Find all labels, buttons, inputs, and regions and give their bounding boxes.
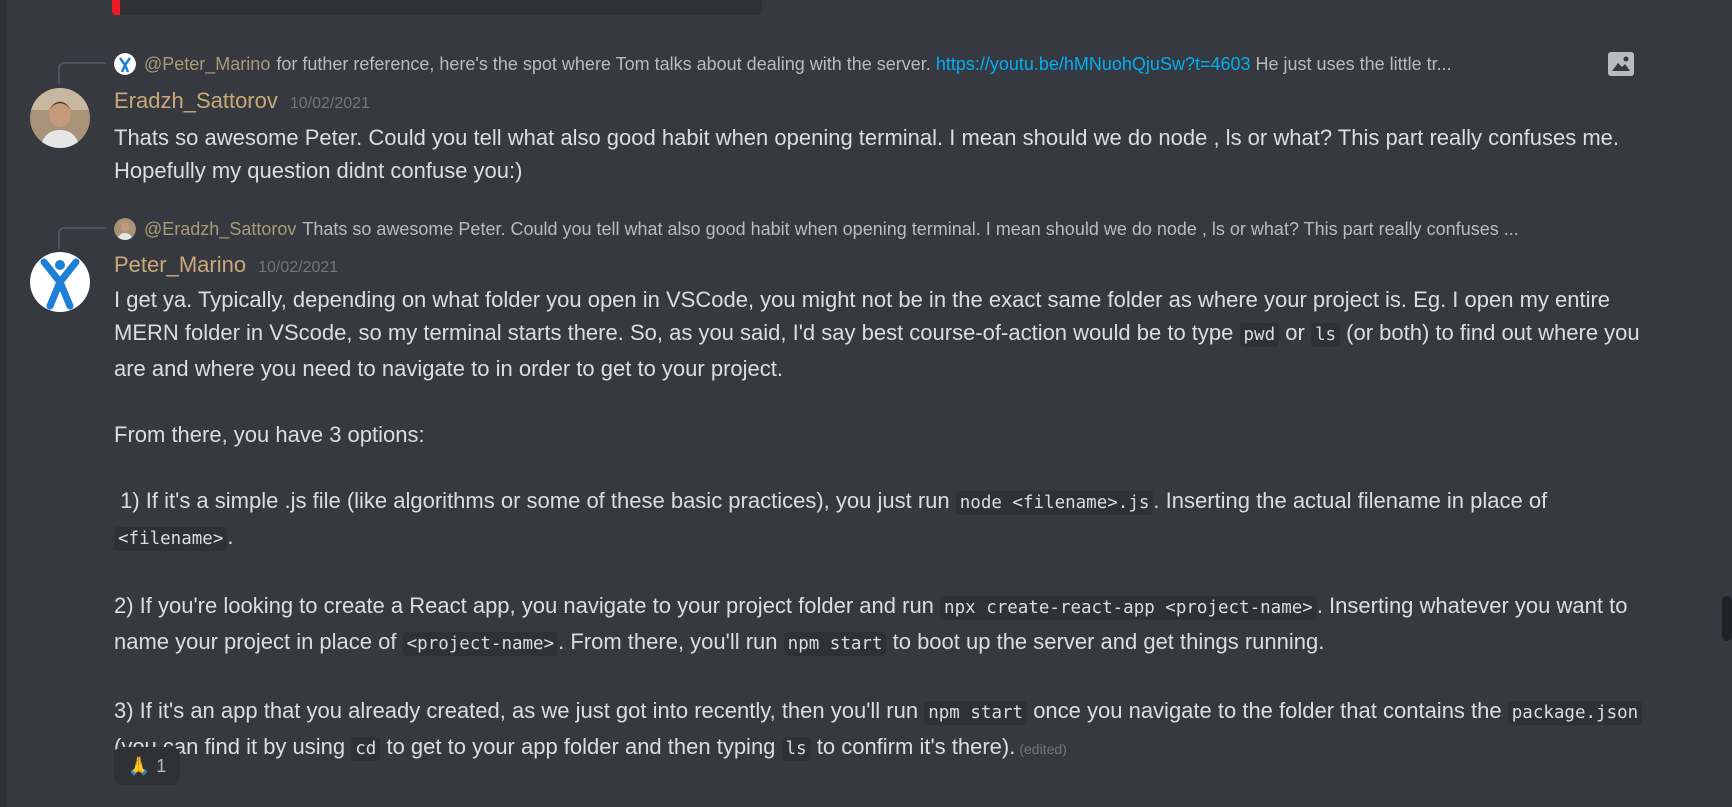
- previous-embed: [112, 0, 762, 15]
- paragraph-intro: I get ya. Typically, depending on what f…: [114, 287, 1640, 381]
- image-icon: [1608, 52, 1634, 76]
- eradzh-avatar[interactable]: [30, 88, 90, 148]
- previous-embed-accent-bar: [112, 0, 120, 15]
- inline-code: <project-name>: [402, 632, 559, 656]
- reply-author[interactable]: @Eradzh_Sattorov: [144, 219, 296, 240]
- reply-author[interactable]: @Peter_Marino: [144, 54, 270, 75]
- message-line: Hopefully my question didnt confuse you:…: [114, 158, 523, 183]
- reply-preview[interactable]: @Peter_Marino for futher reference, here…: [114, 52, 1634, 76]
- option-2: 2) If you're looking to create a React a…: [114, 593, 1628, 656]
- inline-code: package.json: [1507, 701, 1643, 725]
- inline-code: cd: [351, 737, 381, 761]
- message-header: Eradzh_Sattorov 10/02/2021: [114, 88, 370, 114]
- message-body: Thats so awesome Peter. Could you tell w…: [114, 121, 1654, 187]
- scrollbar-thumb[interactable]: [1722, 596, 1732, 641]
- message-body: I get ya. Typically, depending on what f…: [114, 283, 1654, 766]
- inline-code: node <filename>.js: [955, 491, 1154, 515]
- reaction-count: 1: [156, 755, 167, 776]
- inline-code: ls: [1310, 323, 1341, 347]
- eradzh-mini-avatar: [114, 218, 136, 240]
- timestamp: 10/02/2021: [289, 95, 370, 112]
- peter-avatar[interactable]: [30, 252, 90, 312]
- reaction-pray[interactable]: 🙏 1: [114, 747, 180, 785]
- reply-preview[interactable]: @Eradzh_Sattorov Thats so awesome Peter.…: [114, 217, 1634, 241]
- inline-code: npm start: [783, 632, 887, 656]
- message-line: Thats so awesome Peter. Could you tell w…: [114, 125, 1619, 150]
- username[interactable]: Eradzh_Sattorov: [114, 88, 278, 114]
- username[interactable]: Peter_Marino: [114, 252, 246, 278]
- inline-code: npx create-react-app <project-name>: [940, 596, 1317, 620]
- reply-text: Thats so awesome Peter. Could you tell w…: [302, 218, 1519, 239]
- edited-label: (edited): [1019, 741, 1067, 757]
- peter-mini-avatar: [114, 53, 136, 75]
- left-edge: [0, 0, 7, 807]
- paragraph-options: From there, you have 3 options:: [114, 422, 425, 447]
- timestamp: 10/02/2021: [258, 259, 339, 276]
- option-1: 1) If it's a simple .js file (like algor…: [114, 488, 1548, 551]
- reply-connector: [58, 227, 106, 249]
- pray-emoji-icon: 🙏: [127, 755, 151, 776]
- inline-code: ls: [781, 737, 811, 761]
- message-header: Peter_Marino 10/02/2021: [114, 252, 338, 278]
- reply-tail: He just uses the little tr...: [1255, 53, 1452, 74]
- reply-connector: [58, 62, 106, 84]
- inline-code: npm start: [924, 701, 1028, 725]
- inline-code: <filename>: [114, 527, 228, 551]
- option-3: 3) If it's an app that you already creat…: [114, 694, 1654, 766]
- youtube-link[interactable]: https://youtu.be/hMNuohQjuSw?t=4603: [936, 54, 1251, 75]
- reply-text: for futher reference, here's the spot wh…: [276, 53, 931, 74]
- inline-code: pwd: [1239, 323, 1280, 347]
